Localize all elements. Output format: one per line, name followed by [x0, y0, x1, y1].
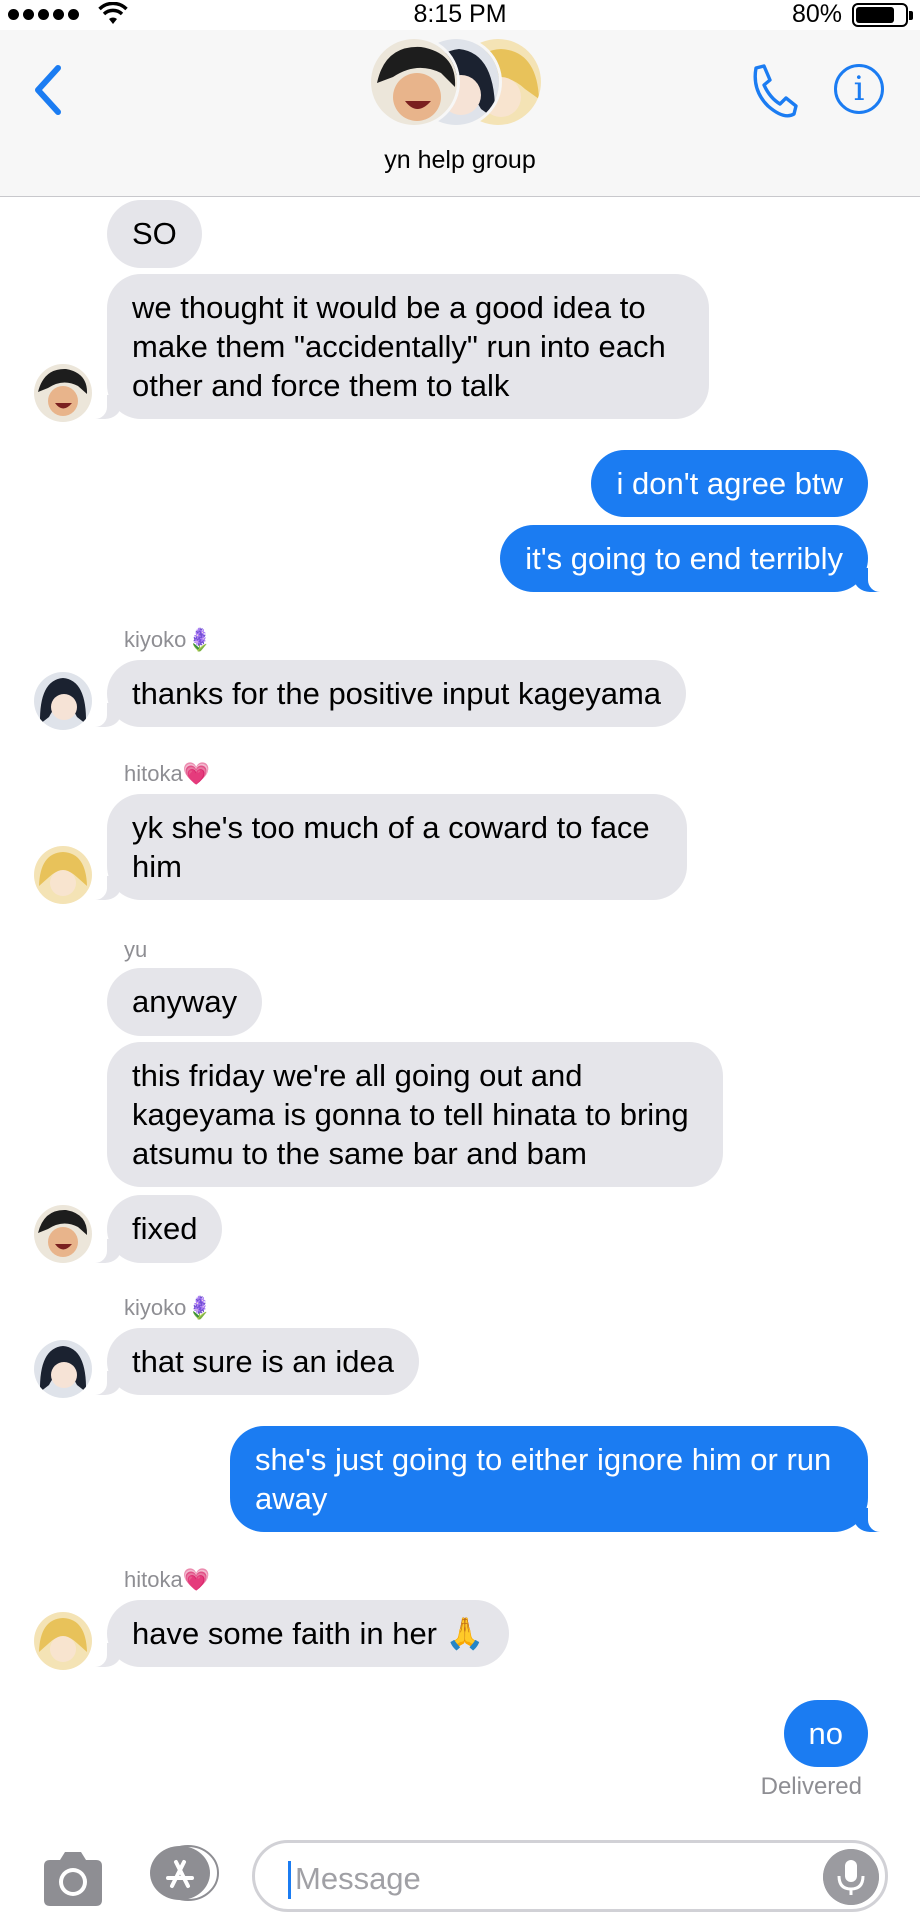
incoming-message: we thought it would be a good idea to ma…	[83, 274, 709, 419]
outgoing-message: she's just going to either ignore him or…	[230, 1426, 892, 1532]
avatar-hitoka[interactable]	[34, 1612, 92, 1670]
battery-icon	[852, 3, 913, 27]
status-bar: 8:15 PM 80%	[0, 0, 920, 30]
phone-icon[interactable]	[742, 60, 798, 120]
chevron-left-icon[interactable]	[28, 60, 68, 120]
incoming-message: that sure is an idea	[83, 1328, 419, 1395]
info-icon[interactable]: i	[834, 64, 884, 114]
sender-name: hitoka💗	[124, 761, 211, 786]
text-caret	[288, 1861, 291, 1899]
sender-name: yu	[124, 937, 148, 962]
avatar-kiyoko[interactable]	[34, 672, 92, 730]
sender-name: kiyoko🪻	[124, 1295, 214, 1320]
incoming-message: SO	[107, 200, 202, 268]
incoming-message: fixed	[82, 1195, 223, 1263]
group-avatar-stack[interactable]	[368, 32, 552, 132]
compose-bar: Message	[0, 1820, 920, 1920]
outgoing-message: no	[783, 1700, 868, 1767]
group-name[interactable]: yn help group	[0, 146, 920, 175]
avatar-yu[interactable]	[34, 1205, 92, 1263]
avatar-kiyoko[interactable]	[34, 1340, 92, 1398]
camera-icon[interactable]	[40, 1850, 106, 1908]
group-avatar-yu	[368, 36, 460, 128]
message-input[interactable]: Message	[252, 1840, 888, 1912]
incoming-message: anyway	[107, 968, 263, 1036]
incoming-message: yk she's too much of a coward to face hi…	[83, 794, 687, 900]
avatar-yu[interactable]	[34, 364, 92, 422]
app-store-icon[interactable]	[146, 1844, 220, 1902]
incoming-message: thanks for the positive input kageyama	[82, 660, 687, 727]
delivered-status: Delivered	[760, 1773, 862, 1800]
incoming-message: this friday we're all going out and kage…	[107, 1042, 723, 1187]
message-placeholder: Message	[295, 1861, 421, 1896]
sender-name: hitoka💗	[124, 1567, 211, 1592]
microphone-icon[interactable]	[823, 1849, 879, 1905]
outgoing-message: it's going to end terribly	[500, 525, 892, 592]
outgoing-message: i don't agree btw	[591, 450, 868, 517]
battery-percent: 80%	[791, 0, 842, 28]
incoming-message: have some faith in her 🙏	[82, 1600, 510, 1667]
status-time: 8:15 PM	[413, 0, 507, 28]
sender-name: kiyoko🪻	[124, 627, 214, 652]
avatar-hitoka[interactable]	[34, 846, 92, 904]
conversation-header: yn help group i	[0, 30, 920, 197]
